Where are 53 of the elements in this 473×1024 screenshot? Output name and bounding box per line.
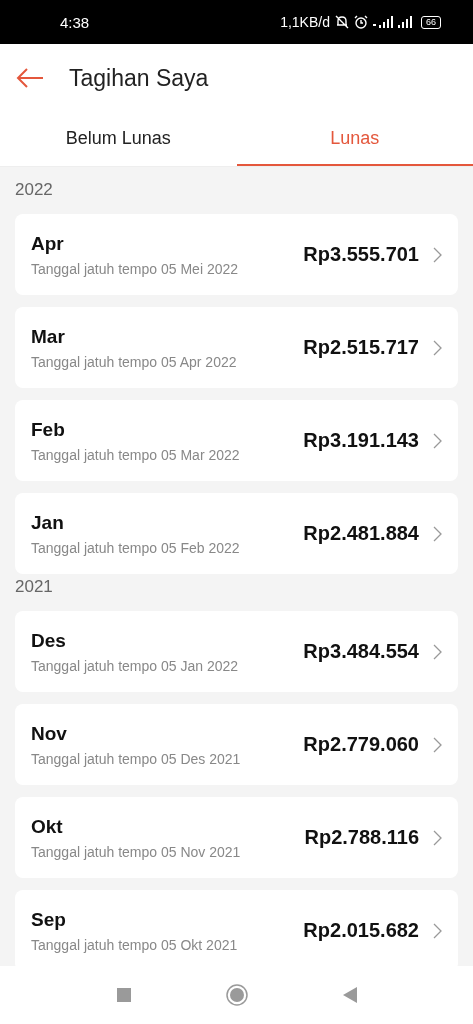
bill-card[interactable]: Nov Tanggal jatuh tempo 05 Des 2021 Rp2.779.060	[15, 704, 458, 785]
status-time: 4:38	[60, 13, 90, 31]
back-icon[interactable]	[342, 987, 357, 1003]
chevron-right-icon	[433, 643, 442, 660]
alarm-icon	[354, 15, 368, 29]
bill-month: Feb	[31, 418, 66, 441]
chevron-right-icon	[433, 922, 442, 939]
bill-card[interactable]: Des Tanggal jatuh tempo 05 Jan 2022 Rp3.484.554	[15, 611, 458, 692]
network-speed: 1,1KB/d	[280, 14, 330, 30]
bill-card[interactable]: Okt Tanggal jatuh tempo 05 Nov 2021 Rp2.788.116	[15, 797, 458, 878]
bill-month: Nov	[31, 722, 68, 745]
due-date: Tanggal jatuh tempo 05 Okt 2021	[31, 936, 239, 953]
chevron-right-icon	[433, 736, 442, 753]
bill-month: Okt	[31, 815, 64, 838]
bill-amount: Rp3.191.143	[303, 429, 419, 452]
bill-amount: Rp3.484.554	[303, 640, 419, 663]
bill-card[interactable]: Jan Tanggal jatuh tempo 05 Feb 2022 Rp2.481.884	[15, 493, 458, 574]
bill-amount: Rp2.015.682	[303, 919, 419, 942]
bill-month: Sep	[31, 908, 67, 931]
chevron-right-icon	[433, 432, 442, 449]
bill-month: Jan	[31, 511, 65, 534]
due-date: Tanggal jatuh tempo 05 Mei 2022	[31, 260, 240, 277]
chevron-right-icon	[433, 246, 442, 263]
due-date: Tanggal jatuh tempo 05 Feb 2022	[31, 539, 241, 556]
chevron-right-icon	[433, 525, 442, 542]
chevron-right-icon	[433, 829, 442, 846]
bill-month: Apr	[31, 232, 65, 255]
due-date: Tanggal jatuh tempo 05 Jan 2022	[31, 657, 240, 674]
chevron-right-icon	[433, 339, 442, 356]
back-arrow-icon[interactable]	[16, 68, 44, 88]
signal-icon	[373, 16, 393, 28]
year-label: 2022	[15, 179, 54, 201]
bill-amount: Rp2.779.060	[303, 733, 419, 756]
home-icon[interactable]	[225, 984, 248, 1006]
bill-amount: Rp2.788.116	[304, 826, 419, 849]
battery-indicator: 66	[421, 15, 441, 29]
due-date: Tanggal jatuh tempo 05 Des 2021	[31, 750, 242, 767]
recents-icon[interactable]	[116, 988, 131, 1002]
bill-amount: Rp2.481.884	[303, 522, 419, 545]
bill-card[interactable]: Mar Tanggal jatuh tempo 05 Apr 2022 Rp2.515.717	[15, 307, 458, 388]
year-label: 2021	[15, 576, 54, 598]
bill-card[interactable]: Feb Tanggal jatuh tempo 05 Mar 2022 Rp3.191.143	[15, 400, 458, 481]
due-date: Tanggal jatuh tempo 05 Apr 2022	[31, 353, 238, 370]
due-date: Tanggal jatuh tempo 05 Mar 2022	[31, 446, 241, 463]
bill-amount: Rp3.555.701	[303, 243, 419, 266]
bill-month: Des	[31, 629, 67, 652]
bill-card[interactable]: Apr Tanggal jatuh tempo 05 Mei 2022 Rp3.555.701	[15, 214, 458, 295]
bill-card[interactable]: Sep Tanggal jatuh tempo 05 Okt 2021 Rp2.015.682	[15, 890, 458, 966]
muted-bell-icon	[335, 15, 349, 29]
page-title: Tagihan Saya	[69, 64, 209, 92]
bill-month: Mar	[31, 325, 66, 348]
bill-amount: Rp2.515.717	[303, 336, 419, 359]
due-date: Tanggal jatuh tempo 05 Nov 2021	[31, 843, 242, 860]
